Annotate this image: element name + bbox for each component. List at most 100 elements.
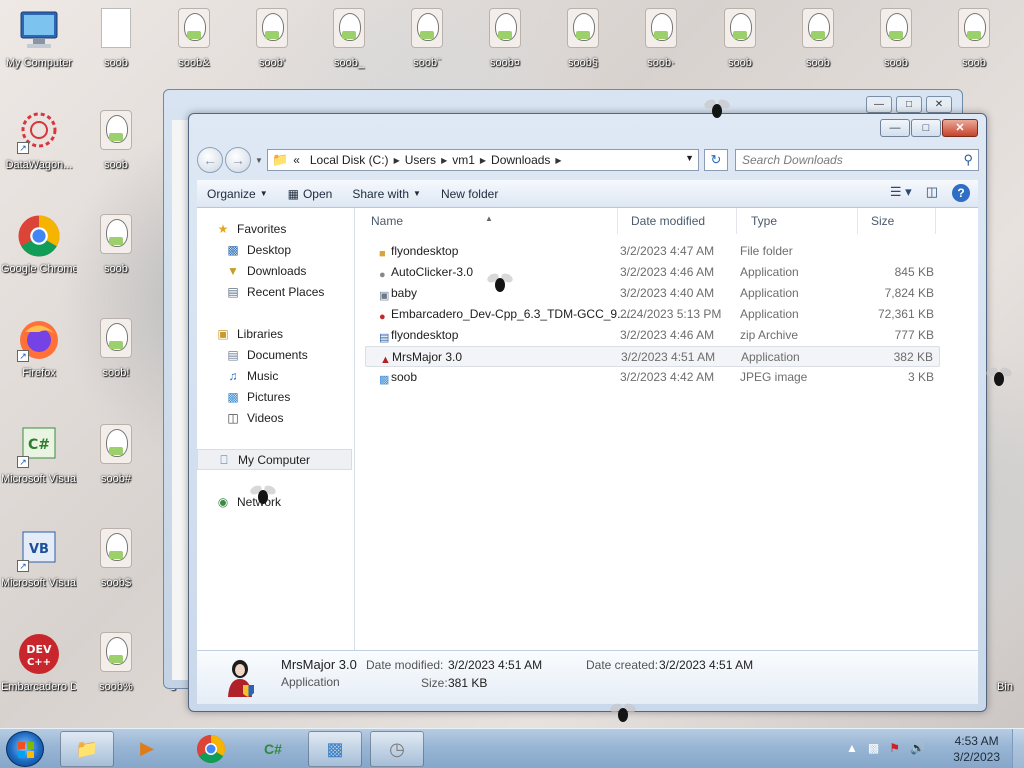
breadcrumb-separator-icon[interactable]: ▶ xyxy=(394,156,400,165)
volume-icon[interactable]: 🔊 xyxy=(910,741,925,755)
nav-my-computer[interactable]: ⎕ My Computer xyxy=(197,449,352,470)
file-row[interactable]: ▲ MrsMajor 3.0 3/2/2023 4:51 AM Application… xyxy=(365,346,940,367)
desktop-icon[interactable]: soob xyxy=(78,110,154,172)
nav-item-music[interactable]: ♫ Music xyxy=(197,365,354,386)
taskbar-photo-viewer[interactable]: ▩ xyxy=(308,731,362,767)
nav-item-pictures[interactable]: ▩ Pictures xyxy=(197,386,354,407)
breadcrumb-local-disk[interactable]: Local Disk (C:) xyxy=(310,153,389,167)
column-date-header[interactable]: Date modified xyxy=(631,214,705,228)
desktop-icon[interactable]: soob' xyxy=(234,8,310,70)
open-button[interactable]: ▦ Open xyxy=(278,187,343,201)
nav-item-desktop[interactable]: ▩ Desktop xyxy=(197,239,354,260)
details-date-created-label: Date created: xyxy=(586,658,659,672)
breadcrumb-separator-icon[interactable]: ▶ xyxy=(480,156,486,165)
file-row[interactable]: ▤ flyondesktop 3/2/2023 4:46 AM zip Archive… xyxy=(365,325,940,346)
desktop-icon[interactable]: soob¤ xyxy=(467,8,543,70)
nav-item-recent-places[interactable]: ▤ Recent Places xyxy=(197,281,354,302)
column-name-header[interactable]: Name xyxy=(371,214,403,228)
desktop-icon[interactable]: soob· xyxy=(623,8,699,70)
desktop-icon[interactable]: My Computer xyxy=(1,8,77,70)
close-button[interactable]: ✕ xyxy=(942,119,978,137)
nav-item-videos[interactable]: ◫ Videos xyxy=(197,407,354,428)
column-type-header[interactable]: Type xyxy=(751,214,777,228)
minimize-icon[interactable]: — xyxy=(866,96,892,113)
file-row[interactable]: ● AutoClicker-3.0 3/2/2023 4:46 AM Applicat… xyxy=(365,262,940,283)
desktop-icon[interactable]: soob% xyxy=(78,632,154,694)
desktop-icon[interactable]: soob xyxy=(780,8,856,70)
desktop-icon[interactable]: soob xyxy=(78,8,154,70)
desktop-icon[interactable]: soob$ xyxy=(78,528,154,590)
desktop-icon-label: Bin xyxy=(997,681,1013,693)
file-row[interactable]: ● Embarcadero_Dev-Cpp_6.3_TDM-GCC_9.... 2/… xyxy=(365,304,940,325)
column-size-header[interactable]: Size xyxy=(871,214,894,228)
desktop-icon[interactable]: DEVC++ Embarcadero Dev-C++ xyxy=(1,632,77,694)
desktop-icon[interactable]: soob¨ xyxy=(389,8,465,70)
desktop-icon[interactable]: Google Chrome xyxy=(1,214,77,276)
photo-viewer-icon: ▩ xyxy=(326,739,344,759)
nav-favorites[interactable]: ★ Favorites xyxy=(197,218,354,239)
taskbar-chrome[interactable] xyxy=(184,731,238,767)
desktop-icon[interactable]: C# ↗ Microsoft Visual C# ... xyxy=(1,424,77,486)
desktop-icon[interactable]: soob xyxy=(936,8,1012,70)
show-hidden-icons-icon[interactable]: ▲ xyxy=(846,741,858,755)
preview-pane-icon[interactable]: ◫ xyxy=(926,184,938,202)
change-view-icon[interactable]: ☰ ▾ xyxy=(890,184,912,202)
taskbar-explorer[interactable]: 📁 xyxy=(60,731,114,767)
desktop-icon[interactable]: soob# xyxy=(78,424,154,486)
file-row[interactable]: ▩ soob 3/2/2023 4:42 AM JPEG image 3 KB xyxy=(365,367,940,388)
address-dropdown-icon[interactable]: ▼ xyxy=(685,153,694,163)
breadcrumb-vm1[interactable]: vm1 xyxy=(452,153,475,167)
desktop-icon[interactable]: soob§ xyxy=(545,8,621,70)
breadcrumb-overflow[interactable]: « xyxy=(293,153,300,167)
clock[interactable]: 4:53 AM 3/2/2023 xyxy=(953,733,1000,765)
breadcrumb-separator-icon[interactable]: ▶ xyxy=(555,156,561,165)
breadcrumb-users[interactable]: Users xyxy=(405,153,436,167)
maximize-icon[interactable]: □ xyxy=(896,96,922,113)
desktop-icon[interactable]: VB↗ Microsoft Visual Basi... xyxy=(1,528,77,590)
breadcrumb-separator-icon[interactable]: ▶ xyxy=(441,156,447,165)
explorer-window[interactable]: — □ ✕ ← → ▼ 📁 « Local Disk (C:) ▶ Users … xyxy=(188,113,987,712)
file-row[interactable]: ■ flyondesktop 3/2/2023 4:47 AM File folder xyxy=(365,241,940,262)
network-tray-icon[interactable]: ▩ xyxy=(868,741,879,755)
taskbar-media-player[interactable]: ▶ xyxy=(120,731,174,767)
search-input[interactable]: Search Downloads ⚲ xyxy=(735,149,979,171)
new-folder-button[interactable]: New folder xyxy=(431,187,508,201)
nav-libraries[interactable]: ▣ Libraries xyxy=(197,323,354,344)
desktop-icon-image xyxy=(327,8,371,52)
forward-button[interactable]: → xyxy=(225,147,251,173)
refresh-button[interactable]: ↻ xyxy=(704,149,728,171)
desktop-icon[interactable]: ↗ DataWagon... xyxy=(1,110,77,172)
desktop-icon-recycle-bin[interactable]: Bin xyxy=(985,676,1024,694)
minimize-button[interactable]: — xyxy=(880,119,910,137)
desktop-icon[interactable]: soob xyxy=(702,8,778,70)
nav-item-downloads[interactable]: ▼ Downloads xyxy=(197,260,354,281)
address-bar[interactable]: 📁 « Local Disk (C:) ▶ Users ▶ vm1 ▶ Down… xyxy=(267,149,699,171)
action-center-icon[interactable]: ⚑ xyxy=(889,741,900,755)
breadcrumb-downloads[interactable]: Downloads xyxy=(491,153,550,167)
taskbar-clock-app[interactable]: ◷ xyxy=(370,731,424,767)
desktop-icon[interactable]: soob xyxy=(858,8,934,70)
taskbar-visual-csharp[interactable]: C# xyxy=(246,731,300,767)
desktop-icon-image xyxy=(94,8,138,52)
search-icon[interactable]: ⚲ xyxy=(963,152,973,168)
desktop-icon[interactable]: soob! xyxy=(78,318,154,380)
start-button[interactable] xyxy=(6,731,44,767)
desktop-icon[interactable]: ↗ Firefox xyxy=(1,318,77,380)
organize-button[interactable]: Organize ▼ xyxy=(197,187,278,201)
desktop-icon[interactable]: soob_ xyxy=(311,8,387,70)
share-with-button[interactable]: Share with ▼ xyxy=(342,187,431,201)
nav-item-documents[interactable]: ▤ Documents xyxy=(197,344,354,365)
desktop-icon-image xyxy=(94,424,138,468)
close-icon[interactable]: ✕ xyxy=(926,96,952,113)
desktop-icon[interactable]: soob& xyxy=(156,8,232,70)
file-row[interactable]: ▣ baby 3/2/2023 4:40 AM Application 7,824 KB xyxy=(365,283,940,304)
recent-places-icon: ▤ xyxy=(227,284,239,299)
fly-icon xyxy=(248,483,278,506)
help-icon[interactable]: ? xyxy=(952,184,970,202)
show-desktop-button[interactable] xyxy=(1012,729,1024,768)
desktop-icon-label: soob& xyxy=(178,57,210,69)
maximize-button[interactable]: □ xyxy=(911,119,941,137)
desktop-icon[interactable]: soob xyxy=(78,214,154,276)
recent-pages-dropdown[interactable]: ▼ xyxy=(255,156,263,165)
back-button[interactable]: ← xyxy=(197,147,223,173)
